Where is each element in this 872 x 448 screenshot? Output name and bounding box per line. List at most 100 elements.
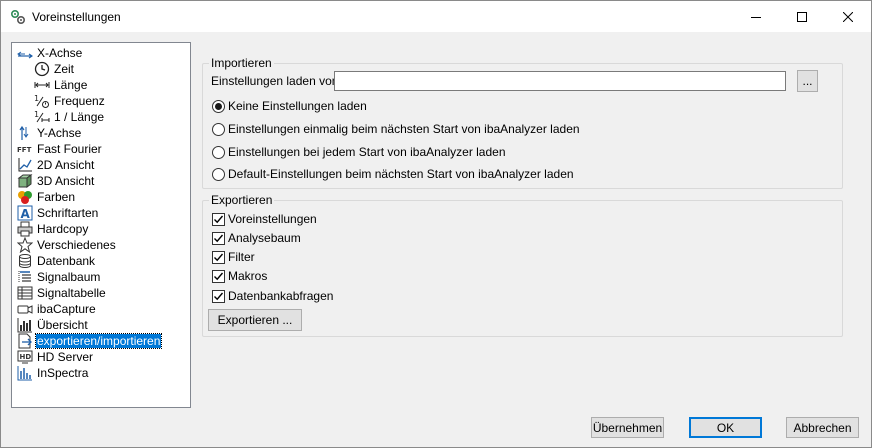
tree-item-inverse-length[interactable]: 1 1 / Länge	[34, 109, 105, 125]
tree-item-label: Farben	[37, 190, 76, 204]
tree-item-label: Länge	[54, 78, 88, 92]
fft-icon: FFT	[17, 146, 32, 154]
database-icon	[19, 254, 31, 268]
checkmark-icon	[214, 272, 224, 280]
window-title: Voreinstellungen	[32, 10, 121, 24]
radio-indicator[interactable]	[212, 167, 225, 181]
tree-item-label: 1 / Länge	[54, 110, 105, 124]
tree-item-3d-view[interactable]: 3D Ansicht	[17, 173, 95, 189]
tree-item-2d-view[interactable]: 2D Ansicht	[17, 157, 95, 173]
tree-item-time[interactable]: Zeit	[34, 61, 75, 77]
radio-indicator[interactable]	[212, 122, 225, 136]
svg-text:A: A	[21, 207, 31, 221]
inspectra-icon	[17, 366, 32, 381]
checkbox-label: Analysebaum	[228, 231, 301, 245]
tree-item-fast-fourier[interactable]: FFT Fast Fourier	[17, 141, 103, 157]
tree-item-length[interactable]: Länge	[34, 77, 88, 93]
minimize-icon	[751, 16, 761, 18]
radio-indicator[interactable]	[212, 145, 225, 159]
cancel-button[interactable]: Abbrechen	[786, 417, 859, 438]
export-legend: Exportieren	[211, 193, 273, 207]
checkmark-icon	[214, 234, 224, 242]
tree-item-label: Signaltabelle	[37, 286, 106, 300]
radio-label: Einstellungen einmalig beim nächsten Sta…	[228, 122, 580, 136]
load-from-label: Einstellungen laden von:	[211, 74, 342, 88]
checkbox-box[interactable]	[212, 212, 225, 226]
checkbox-analysis-tree[interactable]: Analysebaum	[212, 230, 301, 246]
checkmark-icon	[214, 292, 224, 300]
browse-button[interactable]: ...	[797, 70, 818, 92]
tree-item-x-axis[interactable]: X-Achse	[17, 45, 83, 61]
title-bar[interactable]: Voreinstellungen	[1, 1, 871, 32]
tree-item-label: Schriftarten	[37, 206, 99, 220]
minimize-button[interactable]	[733, 1, 779, 32]
tree-item-database[interactable]: Datenbank	[17, 253, 96, 269]
cube-3d-icon	[17, 174, 33, 188]
radio-load-default[interactable]: Default-Einstellungen beim nächsten Star…	[212, 166, 574, 182]
tree-item-hd-server[interactable]: HD HD Server	[17, 349, 94, 365]
checkbox-label: Datenbankabfragen	[228, 289, 334, 303]
tree-item-label: Zeit	[54, 62, 75, 76]
tree-item-fonts[interactable]: A Schriftarten	[17, 205, 99, 221]
tree-item-frequency[interactable]: 1 Frequenz	[34, 93, 106, 109]
signal-tree-icon	[18, 271, 31, 283]
maximize-button[interactable]	[779, 1, 825, 32]
tree-item-export-import[interactable]: exportieren/importieren	[17, 333, 163, 349]
checkbox-box[interactable]	[212, 269, 225, 283]
radio-indicator[interactable]	[212, 99, 225, 113]
close-button[interactable]	[825, 1, 871, 32]
ok-button[interactable]: OK	[689, 417, 762, 438]
tree-item-inspectra[interactable]: InSpectra	[17, 365, 89, 381]
chart-2d-icon	[18, 158, 32, 172]
svg-text:1: 1	[34, 94, 39, 103]
tree-item-label: Y-Achse	[37, 126, 82, 140]
checkbox-label: Voreinstellungen	[228, 212, 317, 226]
checkbox-filter[interactable]: Filter	[212, 249, 255, 265]
settings-tree[interactable]: X-Achse Zeit Länge 1 Frequenz 1 1 / Läng…	[11, 42, 191, 408]
checkbox-label: Filter	[228, 250, 255, 264]
checkbox-box[interactable]	[212, 289, 225, 303]
length-icon	[34, 82, 50, 88]
checkbox-box[interactable]	[212, 250, 225, 264]
tree-item-label: HD Server	[37, 350, 94, 364]
tree-item-label: Frequenz	[54, 94, 105, 108]
tree-item-colors[interactable]: Farben	[17, 189, 76, 205]
tree-item-label: Datenbank	[37, 254, 96, 268]
overview-icon	[17, 318, 32, 333]
checkbox-preferences[interactable]: Voreinstellungen	[212, 211, 317, 227]
tree-item-label: 3D Ansicht	[37, 174, 95, 188]
tree-item-misc[interactable]: Verschiedenes	[17, 237, 117, 253]
tree-item-label: ibaCapture	[37, 302, 96, 316]
checkbox-box[interactable]	[212, 231, 225, 245]
camera-icon	[17, 305, 33, 314]
clock-icon	[34, 61, 50, 77]
radio-label: Default-Einstellungen beim nächsten Star…	[228, 167, 574, 181]
svg-text:1: 1	[34, 110, 39, 119]
tree-item-signal-tree[interactable]: Signalbaum	[17, 269, 101, 285]
tree-item-label: exportieren/importieren	[34, 333, 163, 349]
x-axis-icon	[17, 51, 33, 59]
tree-item-y-axis[interactable]: Y-Achse	[17, 125, 82, 141]
radio-no-load[interactable]: Keine Einstellungen laden	[212, 98, 367, 114]
close-icon	[843, 11, 853, 22]
checkbox-macros[interactable]: Makros	[212, 268, 267, 284]
svg-text:HD: HD	[20, 353, 32, 361]
checkbox-database-queries[interactable]: Datenbankabfragen	[212, 288, 333, 304]
tree-item-label: InSpectra	[37, 366, 89, 380]
tree-item-overview[interactable]: Übersicht	[17, 317, 89, 333]
settings-gears-icon	[10, 9, 26, 25]
tree-item-signal-table[interactable]: Signaltabelle	[17, 285, 107, 301]
settings-path-input[interactable]	[334, 71, 786, 91]
frequency-icon: 1	[34, 94, 49, 108]
import-legend: Importieren	[211, 56, 272, 70]
tree-item-hardcopy[interactable]: Hardcopy	[17, 221, 89, 237]
star-icon	[17, 237, 33, 253]
apply-button[interactable]: Übernehmen	[591, 417, 664, 438]
checkbox-label: Makros	[228, 269, 268, 283]
tree-item-label: 2D Ansicht	[37, 158, 95, 172]
table-icon	[17, 286, 33, 300]
tree-item-ibacapture[interactable]: ibaCapture	[17, 301, 97, 317]
radio-load-every-start[interactable]: Einstellungen bei jedem Start von ibaAna…	[212, 144, 506, 160]
radio-load-once[interactable]: Einstellungen einmalig beim nächsten Sta…	[212, 121, 580, 137]
export-button[interactable]: Exportieren ...	[208, 309, 302, 331]
